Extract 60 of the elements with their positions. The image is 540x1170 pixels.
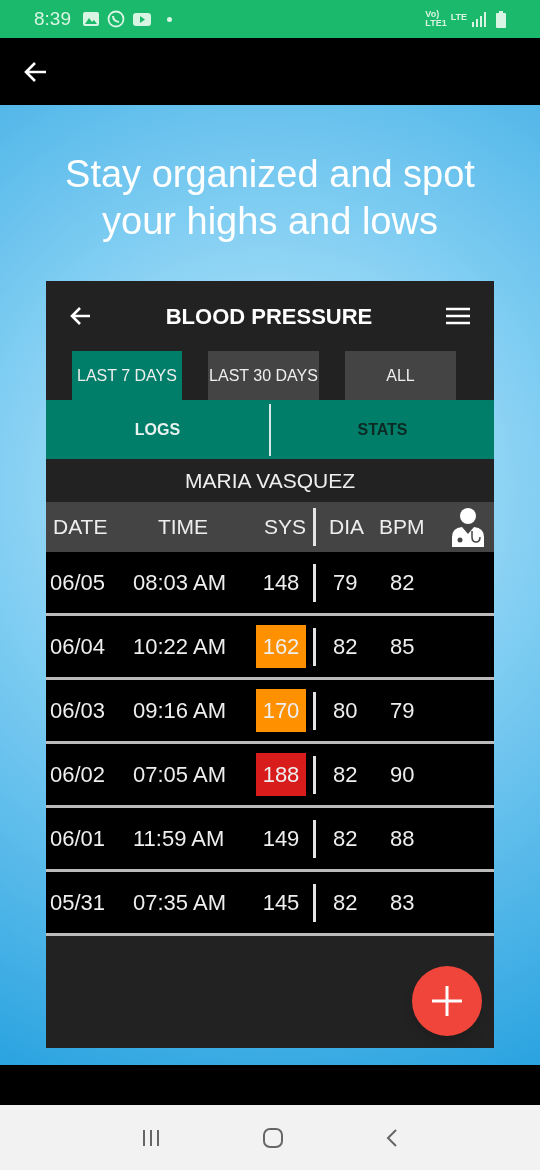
lte-label: LTE xyxy=(450,11,467,24)
date-cell-text: 06/01 xyxy=(49,825,107,853)
column-header: SYS xyxy=(262,514,306,541)
systolic-cell-text: 148 xyxy=(261,569,301,597)
systolic-cell-text: 149 xyxy=(261,825,301,853)
pulse-cell-text: 90 xyxy=(389,761,416,789)
screen-title: BLOOD PRESSURE xyxy=(164,302,374,331)
systolic-cell: 162 xyxy=(256,625,306,668)
menu-icon[interactable] xyxy=(446,307,470,325)
range-tab[interactable]: LAST 7 DAYS xyxy=(72,351,182,400)
back-arrow-icon[interactable] xyxy=(24,60,48,83)
time-cell-text: 11:59 AM xyxy=(133,825,226,853)
column-header: TIME xyxy=(156,514,210,541)
column-header: BPM xyxy=(379,514,426,541)
pulse-cell-text: 79 xyxy=(389,697,416,725)
time-cell-text: 08:03 AM xyxy=(133,569,227,597)
time-cell-text: 10:22 AM xyxy=(133,633,227,661)
date-cell-text: 05/31 xyxy=(49,889,107,917)
diastolic-cell-text: 82 xyxy=(332,761,359,789)
back-icon[interactable] xyxy=(385,1127,400,1148)
view-tab[interactable]: LOGS xyxy=(46,400,269,459)
battery-icon xyxy=(496,10,506,28)
range-tab[interactable]: LAST 30 DAYS xyxy=(208,351,319,400)
signal-icon xyxy=(471,11,486,27)
time-cell-text: 07:35 AM xyxy=(133,889,227,917)
date-cell-text: 06/02 xyxy=(49,761,107,789)
chat-icon xyxy=(107,10,125,28)
recent-apps-icon[interactable] xyxy=(140,1128,161,1147)
column-header: DATE xyxy=(52,514,109,541)
systolic-cell: 188 xyxy=(256,753,306,796)
range-tab[interactable]: ALL xyxy=(345,351,456,400)
systolic-cell-text: 145 xyxy=(261,889,301,917)
date-cell-text: 06/03 xyxy=(49,697,107,725)
view-tab[interactable]: STATS xyxy=(271,400,494,459)
diastolic-cell-text: 80 xyxy=(332,697,359,725)
back-arrow-icon[interactable] xyxy=(70,306,92,326)
clock: 8:39 xyxy=(34,6,71,31)
play-icon xyxy=(133,12,151,26)
image-icon xyxy=(83,12,99,26)
diastolic-cell-text: 82 xyxy=(332,889,359,917)
diastolic-cell-text: 82 xyxy=(332,825,359,853)
volte-label: Vo) xyxy=(425,10,440,19)
pulse-cell-text: 83 xyxy=(389,889,416,917)
diastolic-cell-text: 79 xyxy=(332,569,359,597)
pulse-cell-text: 82 xyxy=(389,569,416,597)
time-cell-text: 09:16 AM xyxy=(133,697,227,725)
lte-label: LTE1 xyxy=(425,19,447,28)
date-cell-text: 06/04 xyxy=(49,633,107,661)
plus-icon xyxy=(432,986,462,1016)
doctor-icon xyxy=(450,507,486,547)
time-cell-text: 07:05 AM xyxy=(133,761,227,789)
headline: Stay organized and spot your highs and lows xyxy=(64,152,476,244)
column-header: DIA xyxy=(328,514,365,541)
patient-name: MARIA VASQUEZ xyxy=(185,467,355,494)
home-icon[interactable] xyxy=(262,1126,284,1149)
pulse-cell-text: 88 xyxy=(389,825,416,853)
pulse-cell-text: 85 xyxy=(389,633,416,661)
date-cell-text: 06/05 xyxy=(49,569,107,597)
systolic-cell: 170 xyxy=(256,689,306,732)
diastolic-cell-text: 82 xyxy=(332,633,359,661)
